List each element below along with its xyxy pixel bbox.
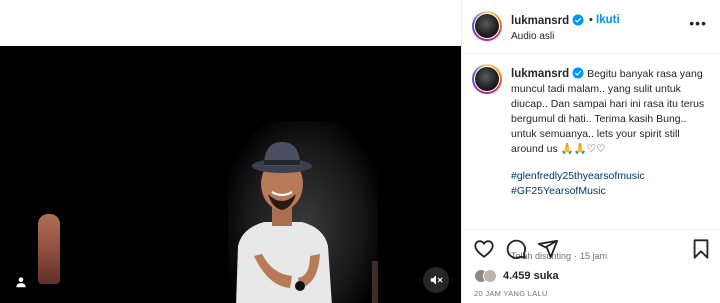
more-options-button[interactable]: ••• (689, 16, 707, 30)
heart-icon[interactable] (473, 238, 495, 260)
hashtag-link[interactable]: #GF25YearsofMusic (511, 184, 711, 199)
hashtag-link[interactable]: #glenfredly25thyearsofmusic (511, 169, 711, 184)
username-link[interactable]: lukmansrd (511, 14, 584, 27)
action-bar: 4.459 suka 20 JAM YANG LALU (462, 229, 720, 303)
follow-button[interactable]: Ikuti (596, 14, 620, 26)
verified-badge-icon (572, 14, 584, 26)
verified-badge-icon (572, 67, 584, 79)
hashtag-list: #glenfredly25thyearsofmusic #GF25Yearsof… (511, 169, 711, 199)
comment-icon[interactable] (505, 238, 527, 260)
audio-link[interactable]: Audio asli (511, 31, 554, 42)
likes-row[interactable]: 4.459 suka (474, 267, 559, 285)
likes-count[interactable]: 4.459 suka (503, 270, 559, 282)
caption-username[interactable]: lukmansrd (511, 67, 584, 80)
post-media-pane (0, 0, 461, 303)
avatar[interactable] (472, 64, 502, 94)
share-icon[interactable] (537, 238, 559, 260)
post-timestamp[interactable]: 20 JAM YANG LALU (474, 289, 548, 298)
caption-section: lukmansrd Begitu banyak rasa yang muncul… (462, 54, 720, 261)
audience-silhouette (38, 214, 60, 284)
reel-video[interactable] (0, 46, 461, 303)
post-side-panel: lukmansrd • Ikuti Audio asli ••• lukmans… (461, 0, 720, 303)
tagged-user-icon[interactable] (8, 269, 34, 295)
speaker-muted-icon (430, 275, 443, 285)
bookmark-icon[interactable] (690, 238, 712, 260)
stage-edge (372, 261, 378, 303)
avatar[interactable] (472, 11, 502, 41)
post-header: lukmansrd • Ikuti Audio asli ••• (462, 0, 720, 54)
caption-body: Begitu banyak rasa yang muncul tadi mala… (511, 68, 705, 155)
mute-button[interactable] (423, 267, 449, 293)
separator-dot: • (589, 14, 593, 26)
caption-username-text: lukmansrd (511, 68, 570, 80)
liker-avatar (483, 269, 497, 283)
username-text: lukmansrd (511, 15, 570, 27)
caption-text: lukmansrd Begitu banyak rasa yang muncul… (511, 67, 711, 199)
performer-figure (236, 142, 332, 303)
